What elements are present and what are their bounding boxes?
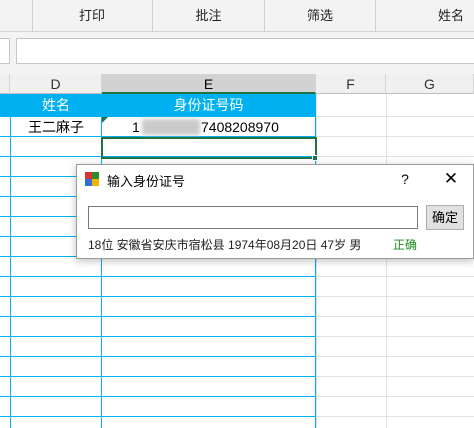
- fill-handle[interactable]: [312, 155, 318, 161]
- close-icon[interactable]: ✕: [437, 169, 465, 189]
- redacted-digits: [142, 119, 200, 135]
- cell-id-suffix: 7408208970: [201, 119, 279, 135]
- header-cell-name[interactable]: 姓名: [11, 94, 101, 116]
- app-icon: [85, 172, 99, 186]
- filter-button[interactable]: 筛选: [265, 0, 375, 32]
- id-info-text: 18位 安徽省安庆市宿松县 1974年08月20日 47岁 男: [88, 238, 362, 252]
- cell-id-prefix: 1: [132, 119, 140, 135]
- header-cell-c[interactable]: [0, 94, 10, 116]
- column-header-e[interactable]: E: [102, 74, 316, 94]
- column-header-g[interactable]: G: [386, 74, 474, 94]
- name-button[interactable]: 姓名: [376, 0, 474, 32]
- formula-input[interactable]: [16, 38, 474, 64]
- id-number-input[interactable]: [88, 206, 418, 229]
- column-header-f[interactable]: F: [316, 74, 386, 94]
- dialog-title: 输入身份证号: [107, 174, 186, 189]
- name-box[interactable]: [0, 38, 10, 64]
- cell-name[interactable]: 王二麻子: [11, 117, 101, 137]
- id-input-dialog: 输入身份证号 ? ✕ 确定 18位 安徽省安庆市宿松县 1974年08月20日 …: [76, 164, 474, 259]
- column-header-d[interactable]: D: [10, 74, 102, 94]
- header-cell-id[interactable]: 身份证号码: [102, 94, 315, 116]
- help-button[interactable]: ?: [393, 169, 417, 189]
- confirm-button[interactable]: 确定: [426, 205, 464, 230]
- cell-id[interactable]: 1 7408208970: [102, 117, 315, 137]
- print-button[interactable]: 打印: [33, 0, 151, 32]
- validation-status: 正确: [393, 238, 418, 252]
- comment-button[interactable]: 批注: [153, 0, 264, 32]
- row-header-corner[interactable]: [0, 74, 10, 94]
- active-cell-selection[interactable]: [101, 137, 317, 159]
